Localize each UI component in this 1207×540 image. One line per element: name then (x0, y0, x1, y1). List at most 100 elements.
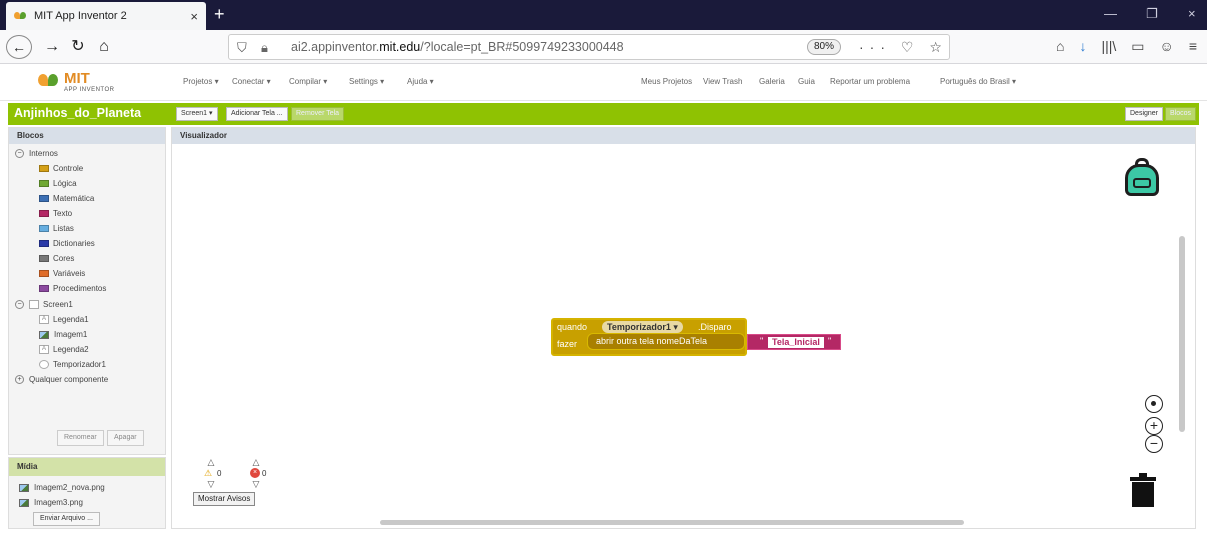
image-file-icon (19, 483, 29, 492)
drawer-controle-label: Controle (53, 164, 84, 173)
language-select[interactable]: Português do Brasil ▾ (940, 77, 1016, 86)
insecure-lock-icon[interactable]: 🔒︎ (261, 36, 268, 60)
drawer-controle[interactable]: Controle (39, 164, 83, 173)
media-file[interactable]: Imagem3.png (19, 498, 83, 507)
bookmark-toolbar-icon[interactable]: ⌂ (1056, 38, 1064, 55)
drawer-dictionaries[interactable]: Dictionaries (39, 239, 95, 248)
link-reportar-problema[interactable]: Reportar um problema (830, 77, 910, 86)
designer-button[interactable]: Designer (1125, 107, 1164, 121)
tab-close-icon[interactable]: × (190, 9, 198, 24)
link-view-trash[interactable]: View Trash (703, 77, 742, 86)
remove-screen-button[interactable]: Remover Tela (291, 107, 345, 121)
zoom-badge[interactable]: 80% (807, 39, 842, 55)
media-file[interactable]: Imagem2_nova.png (19, 483, 105, 492)
screen-select[interactable]: Screen1 ▾ (176, 107, 218, 121)
component-legenda2-label: Legenda2 (53, 345, 89, 354)
horizontal-scrollbar[interactable] (380, 520, 964, 525)
browser-tab[interactable]: MIT App Inventor 2 × (6, 2, 206, 30)
drawer-texto-label: Texto (53, 209, 73, 218)
url-bar[interactable]: ⛉ 🔒︎ ai2.appinventor.mit.edu/?locale=pt_… (228, 34, 950, 60)
shield-icon[interactable]: ⛉ (237, 36, 247, 60)
new-tab-icon[interactable]: + (214, 4, 225, 25)
tree-internos-label: Internos (29, 149, 58, 158)
component-temporizador1[interactable]: Temporizador1 (39, 360, 106, 369)
rename-button[interactable]: Renomear (57, 430, 104, 446)
text-value[interactable]: Tela_Inicial (768, 337, 824, 348)
zoom-out-icon[interactable]: − (1145, 435, 1163, 453)
backpack-icon[interactable] (1125, 158, 1159, 196)
next-error-icon[interactable]: ▽ (249, 480, 263, 489)
expand-icon[interactable]: + (15, 375, 24, 384)
minimize-icon[interactable]: — (1104, 6, 1117, 21)
sidebar-icon[interactable]: ▭ (1131, 38, 1144, 55)
tree-any-component[interactable]: + Qualquer componente (15, 375, 108, 384)
show-warnings-button[interactable]: Mostrar Avisos (193, 492, 256, 506)
back-arrow-icon[interactable]: ← (6, 35, 32, 59)
link-guia[interactable]: Guia (798, 77, 815, 86)
component-temporizador1-label: Temporizador1 (53, 360, 106, 369)
media-panel-title: Mídia (9, 458, 165, 476)
component-legenda2[interactable]: A Legenda2 (39, 345, 89, 354)
media-file-label: Imagem3.png (34, 498, 83, 507)
recenter-icon[interactable] (1145, 395, 1163, 413)
drawer-variaveis-label: Variáveis (53, 269, 86, 278)
download-icon[interactable]: ↓ (1079, 38, 1086, 55)
tree-any-component-label: Qualquer componente (29, 375, 109, 384)
tree-screen1[interactable]: − Screen1 (15, 300, 73, 309)
close-window-icon[interactable]: × (1188, 6, 1196, 21)
menu-ajuda[interactable]: Ajuda ▾ (407, 77, 434, 86)
mit-app-inventor-logo[interactable]: MIT APP INVENTOR (38, 70, 148, 96)
text-block[interactable]: " Tela_Inicial " (747, 334, 841, 350)
home-icon[interactable]: ⌂ (92, 36, 116, 58)
account-icon[interactable]: ☺ (1160, 38, 1174, 55)
page-actions[interactable]: ··· ♡ ☆ (859, 35, 948, 59)
component-dropdown[interactable]: Temporizador1 ▾ (602, 321, 683, 333)
upload-file-button[interactable]: Enviar Arquivo ... (33, 512, 100, 526)
menu-conectar[interactable]: Conectar ▾ (232, 77, 271, 86)
warnings-indicator: △ △ ⚠ 0 × 0 ▽ ▽ Mostrar Avisos (190, 458, 290, 508)
screen-icon (29, 300, 39, 309)
menu-compilar[interactable]: Compilar ▾ (289, 77, 327, 86)
vertical-scrollbar[interactable] (1179, 236, 1185, 432)
quote-right: " (828, 336, 832, 346)
next-warning-icon[interactable]: ▽ (204, 480, 218, 489)
library-icon[interactable]: |||\ (1101, 38, 1116, 55)
drawer-matematica-label: Matemática (53, 194, 95, 203)
drawer-cores-label: Cores (53, 254, 75, 263)
collapse-icon[interactable]: − (15, 300, 24, 309)
zoom-in-icon[interactable]: + (1145, 417, 1163, 435)
component-legenda1[interactable]: A Legenda1 (39, 315, 89, 324)
open-screen-block[interactable]: abrir outra tela nomeDaTela (587, 333, 745, 350)
add-screen-button[interactable]: Adicionar Tela ... (226, 107, 288, 121)
browser-toolbar-icons: ⌂ ↓ |||\ ▭ ☺ ≡ (1056, 38, 1197, 55)
trash-icon[interactable] (1130, 473, 1156, 507)
maximize-icon[interactable]: ❐ (1146, 6, 1158, 22)
drawer-procedimentos[interactable]: Procedimentos (39, 284, 106, 293)
forward-arrow-icon[interactable]: → (40, 36, 64, 58)
collapse-icon[interactable]: − (15, 149, 24, 158)
drawer-matematica[interactable]: Matemática (39, 194, 94, 203)
prev-error-icon[interactable]: △ (249, 458, 263, 467)
drawer-cores[interactable]: Cores (39, 254, 74, 263)
menu-icon[interactable]: ≡ (1189, 38, 1197, 55)
component-dropdown-label: Temporizador1 (607, 322, 671, 332)
delete-button[interactable]: Apagar (107, 430, 144, 446)
reload-icon[interactable]: ↻ (66, 36, 90, 58)
app-inventor-favicon-icon (14, 11, 28, 21)
menu-projetos[interactable]: Projetos ▾ (183, 77, 219, 86)
drawer-listas[interactable]: Listas (39, 224, 74, 233)
prev-warning-icon[interactable]: △ (204, 458, 218, 467)
component-imagem1[interactable]: Imagem1 (39, 330, 87, 339)
drawer-variaveis[interactable]: Variáveis (39, 269, 85, 278)
tree-internos[interactable]: − Internos (15, 149, 58, 158)
drawer-texto[interactable]: Texto (39, 209, 72, 218)
link-meus-projetos[interactable]: Meus Projetos (641, 77, 692, 86)
drawer-procedimentos-label: Procedimentos (53, 284, 107, 293)
drawer-logica[interactable]: Lógica (39, 179, 77, 188)
blocks-workspace[interactable]: Visualizador quando Temporizador1 ▾ .Dis… (171, 127, 1196, 529)
logo-subtext: APP INVENTOR (64, 87, 115, 93)
blocks-button[interactable]: Blocos (1165, 107, 1197, 121)
texto-color-swatch (39, 210, 49, 217)
link-galeria[interactable]: Galeria (759, 77, 785, 86)
menu-settings[interactable]: Settings ▾ (349, 77, 384, 86)
